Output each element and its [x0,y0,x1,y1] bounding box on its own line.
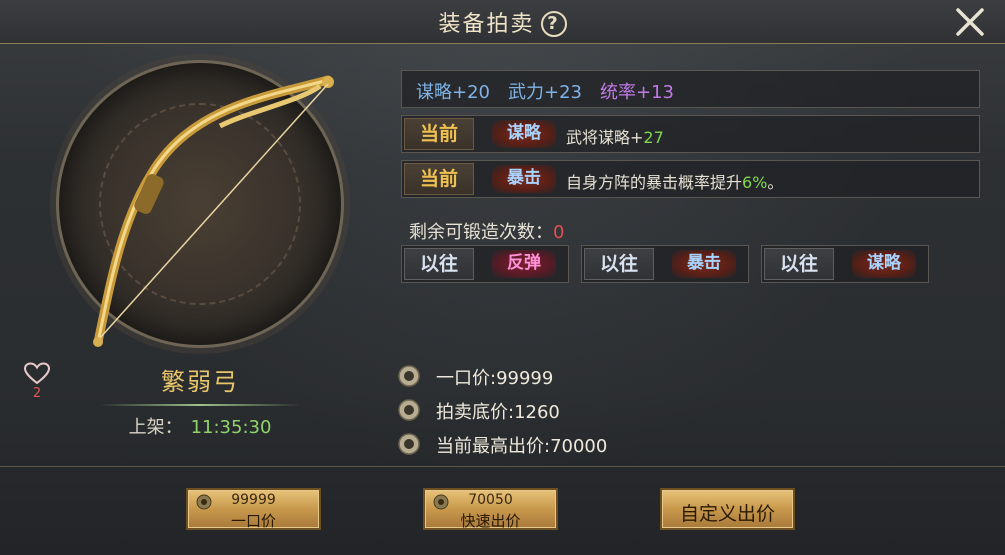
current-effect-row: 当前 暴击 自身方阵的暴击概率提升6%。 [401,160,980,198]
bottom-divider [0,466,1005,467]
forge-remaining: 剩余可锻造次数：0 [409,218,564,244]
buyout-button[interactable]: 99999 一口价 [186,488,321,530]
past-tag: 以往 [584,248,654,280]
page-title: 装备拍卖? [0,6,1005,38]
buyout-label: 一口价 [230,512,276,530]
current-tag: 当前 [404,118,474,150]
skill-tag-critical[interactable]: 暴击 [672,250,736,278]
quick-bid-label: 快速出价 [460,512,521,530]
item-name: 繁弱弓 [161,368,239,396]
skill-tag-reflect[interactable]: 反弹 [492,250,556,278]
stat-force: 武力+23 [508,82,582,103]
effect-desc-prefix: 武将谋略+ [566,128,644,147]
forge-count: 0 [553,222,565,243]
bow-icon [93,75,334,347]
custom-bid-label: 自定义出价 [679,503,775,525]
coin-icon [398,365,420,387]
help-icon[interactable]: ? [540,11,567,37]
listed-time-row: 上架： 11:35:30 [100,413,300,439]
effect-description: 武将谋略+27 [566,124,664,148]
stat-strategy: 谋略+20 [416,82,490,103]
skill-tag-critical[interactable]: 暴击 [492,165,556,193]
highest-bid: 当前最高出价:70000 [436,436,608,457]
auction-panel: 装备拍卖? 2 繁弱弓 上架： 11:35:30 谋略+20 武力+23 统率+13 … [0,0,1005,555]
buyout-price: 一口价:99999 [436,368,554,389]
skill-tag-strategy[interactable]: 谋略 [492,120,556,148]
favorite-count: 2 [32,386,42,401]
past-effect-box: 以往 谋略 [761,245,929,283]
buyout-amount: 99999 [231,492,276,508]
effect-description: 自身方阵的暴击概率提升6%。 [566,169,783,193]
past-tag: 以往 [404,248,474,280]
name-divider [100,404,300,406]
past-tag: 以往 [764,248,834,280]
reserve-price: 拍卖底价:1260 [436,402,560,423]
title-bar: 装备拍卖? [0,0,1005,44]
custom-bid-button[interactable]: 自定义出价 [660,488,795,530]
listed-time: 11:35:30 [190,417,272,438]
current-tag: 当前 [404,163,474,195]
quick-bid-amount: 70050 [468,492,513,508]
title-text: 装备拍卖 [438,12,535,37]
listed-label: 上架： [128,417,183,438]
heart-icon[interactable] [24,362,50,386]
effect-desc-value: 6% [742,173,768,192]
coin-icon [398,399,420,421]
current-effect-row: 当前 谋略 武将谋略+27 [401,115,980,153]
effect-desc-prefix: 自身方阵的暴击概率提升 [566,173,743,192]
effect-desc-value: 27 [643,128,664,147]
skill-tag-strategy[interactable]: 谋略 [852,250,916,278]
stat-command: 统率+13 [600,82,674,103]
past-effect-box: 以往 暴击 [581,245,749,283]
effect-desc-suffix: 。 [767,173,784,192]
forge-label: 剩余可锻造次数： [409,222,553,243]
coin-icon [398,433,420,455]
close-icon[interactable] [952,4,988,40]
past-effect-box: 以往 反弹 [401,245,569,283]
quick-bid-button[interactable]: 70050 快速出价 [423,488,558,530]
stats-box: 谋略+20 武力+23 统率+13 [401,70,980,108]
